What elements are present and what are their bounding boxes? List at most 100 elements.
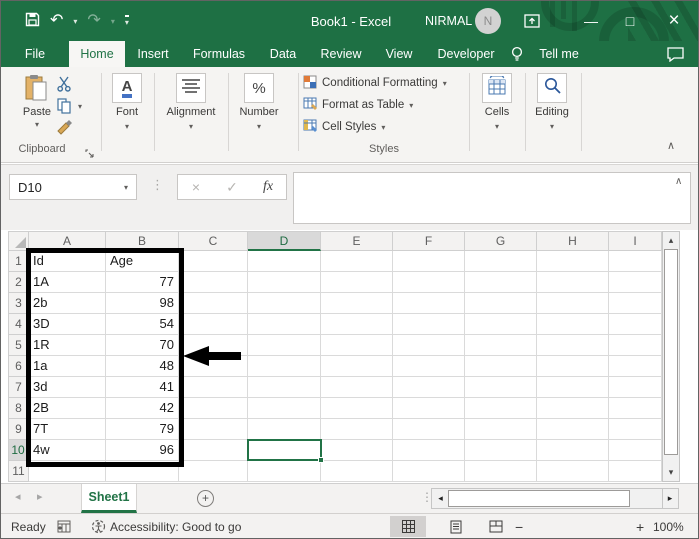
column-header-H[interactable]: H [537,231,609,251]
cell-D6[interactable] [248,356,321,377]
macro-record-icon[interactable] [57,514,71,538]
row-header-10[interactable]: 10 [8,440,29,461]
cell-B4[interactable]: 54 [106,314,179,335]
editing-button[interactable] [537,73,567,103]
accessibility-icon[interactable] [91,514,106,538]
cell-B7[interactable]: 41 [106,377,179,398]
customize-qat-icon[interactable]: ▾ [124,15,129,27]
cell-B6[interactable]: 48 [106,356,179,377]
tab-data[interactable]: Data [265,41,301,67]
cell-E2[interactable] [321,272,393,293]
cell-G1[interactable] [465,251,537,272]
cell-A7[interactable]: 3d [29,377,106,398]
zoom-in-icon[interactable]: + [636,514,644,538]
cell-C1[interactable] [179,251,248,272]
cell-G2[interactable] [465,272,537,293]
column-header-F[interactable]: F [393,231,465,251]
cell-C4[interactable] [179,314,248,335]
comment-icon[interactable] [661,41,689,67]
cell-F8[interactable] [393,398,465,419]
paste-dropdown-icon[interactable]: ▾ [29,120,45,129]
cell-E11[interactable] [321,461,393,482]
cell-B9[interactable]: 79 [106,419,179,440]
column-header-E[interactable]: E [321,231,393,251]
scroll-up-icon[interactable]: ▴ [663,233,679,248]
scroll-down-icon[interactable]: ▾ [663,465,679,480]
cell-E10[interactable] [321,440,393,461]
cell-H4[interactable] [537,314,609,335]
formula-input[interactable] [293,172,691,224]
cell-C6[interactable] [179,356,248,377]
horizontal-scrollbar-thumb[interactable] [448,490,630,507]
cell-H7[interactable] [537,377,609,398]
tab-review[interactable]: Review [317,41,365,67]
tab-view[interactable]: View [381,41,417,67]
cell-C2[interactable] [179,272,248,293]
cell-I2[interactable] [609,272,662,293]
ribbon-display-options-icon[interactable] [517,1,547,41]
cell-B1[interactable]: Age [106,251,179,272]
cell-G4[interactable] [465,314,537,335]
row-header-7[interactable]: 7 [8,377,29,398]
cell-B3[interactable]: 98 [106,293,179,314]
zoom-level[interactable]: 100% [653,514,684,538]
cut-icon[interactable] [56,76,72,97]
format-painter-icon[interactable] [56,119,73,141]
cell-G7[interactable] [465,377,537,398]
cells-dropdown-icon[interactable]: ▾ [489,122,505,131]
accessibility-status[interactable]: Accessibility: Good to go [110,514,241,538]
cell-F7[interactable] [393,377,465,398]
collapse-ribbon-icon[interactable]: ∧ [667,139,675,152]
name-box-dropdown-icon[interactable]: ▾ [124,183,128,192]
cell-E8[interactable] [321,398,393,419]
cell-A8[interactable]: 2B [29,398,106,419]
cell-A10[interactable]: 4w [29,440,106,461]
zoom-out-icon[interactable]: − [515,514,523,538]
cell-D1[interactable] [248,251,321,272]
cell-C3[interactable] [179,293,248,314]
cell-G8[interactable] [465,398,537,419]
cell-I6[interactable] [609,356,662,377]
tab-file[interactable]: File [17,41,53,67]
cell-H9[interactable] [537,419,609,440]
cell-B5[interactable]: 70 [106,335,179,356]
cell-F2[interactable] [393,272,465,293]
sheet-tab-sheet1[interactable]: Sheet1 [81,484,137,513]
cell-C7[interactable] [179,377,248,398]
page-layout-view-icon[interactable] [438,516,474,537]
cell-B10[interactable]: 96 [106,440,179,461]
cell-A4[interactable]: 3D [29,314,106,335]
paste-icon[interactable] [23,74,49,107]
cell-F4[interactable] [393,314,465,335]
cell-D2[interactable] [248,272,321,293]
avatar[interactable]: N [475,8,501,34]
cell-G5[interactable] [465,335,537,356]
cell-D7[interactable] [248,377,321,398]
normal-view-icon[interactable] [390,516,426,537]
next-sheet-icon[interactable]: ▸ [37,490,43,503]
enter-icon[interactable]: ✓ [214,179,250,196]
row-header-9[interactable]: 9 [8,419,29,440]
alignment-dropdown-icon[interactable]: ▾ [183,122,199,131]
new-sheet-icon[interactable]: + [197,490,214,507]
format-as-table-button[interactable]: Format as Table ▾ [303,97,413,113]
tell-me-box[interactable]: Tell me [533,41,585,67]
collapse-formula-bar-icon[interactable]: ∧ [675,176,682,187]
font-dropdown-icon[interactable]: ▾ [119,122,135,131]
row-header-4[interactable]: 4 [8,314,29,335]
cancel-icon[interactable]: × [178,179,214,195]
cell-I11[interactable] [609,461,662,482]
cell-A5[interactable]: 1R [29,335,106,356]
cell-E1[interactable] [321,251,393,272]
undo-icon[interactable]: ↶ [50,13,63,29]
cell-A6[interactable]: 1a [29,356,106,377]
column-header-A[interactable]: A [29,231,106,251]
clipboard-dialog-launcher-icon[interactable] [85,145,94,163]
paste-button[interactable]: Paste [13,106,61,118]
minimize-button[interactable]: — [576,1,606,41]
number-button[interactable]: % [244,73,274,103]
cell-G10[interactable] [465,440,537,461]
cell-B11[interactable] [106,461,179,482]
tab-developer[interactable]: Developer [433,41,499,67]
cell-A1[interactable]: Id [29,251,106,272]
